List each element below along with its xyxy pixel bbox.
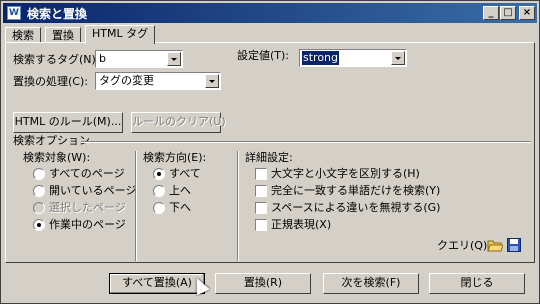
close-button[interactable]: × (519, 6, 535, 20)
replace-action-value: タグの変更 (99, 74, 154, 87)
target-open-pages-radio[interactable] (33, 185, 45, 197)
target-open-pages-label[interactable]: 開いているページ (49, 184, 136, 198)
detail-settings-label: 詳細設定: (245, 151, 293, 164)
target-current-page-radio[interactable] (33, 219, 45, 231)
chevron-down-icon[interactable] (205, 74, 219, 88)
set-value-value: strong (302, 51, 340, 65)
replace-button[interactable]: 置換(R) (215, 273, 311, 294)
target-selected-pages-label[interactable]: 選択したページ (49, 201, 126, 215)
target-selected-pages-radio[interactable] (33, 202, 45, 214)
whole-word-label[interactable]: 完全に一致する単語だけを検索(Y) (271, 184, 440, 198)
title-bar[interactable]: W 検索と置換 _ □ × (3, 3, 537, 23)
save-icon[interactable] (507, 238, 521, 252)
tab-html-tag[interactable]: HTML タグ (85, 25, 156, 44)
search-tag-value: b (99, 52, 106, 65)
replace-action-label: 置換の処理(C): (13, 75, 88, 88)
direction-all-radio[interactable] (153, 168, 165, 180)
target-current-page-label[interactable]: 作業中のページ (49, 218, 126, 232)
search-direction-label: 検索方向(E): (143, 151, 207, 164)
target-all-pages-label[interactable]: すべてのページ (49, 167, 125, 181)
html-rule-button[interactable]: HTML のルール(M)... (13, 112, 123, 133)
match-case-checkbox[interactable] (255, 168, 267, 180)
search-target-label: 検索対象(W): (23, 151, 91, 164)
query-label: クエリ(Q): (437, 239, 491, 252)
tab-replace[interactable]: 置換 (45, 27, 81, 43)
search-tag-label: 検索するタグ(N): (13, 53, 100, 66)
find-next-button[interactable]: 次を検索(F) (323, 273, 419, 294)
close-dialog-button[interactable]: 閉じる (429, 273, 525, 294)
ignore-whitespace-checkbox[interactable] (255, 202, 267, 214)
column-divider (135, 151, 137, 261)
dialog-window: W 検索と置換 _ □ × 検索 置換 HTML タグ 検索するタグ(N): b… (0, 0, 540, 304)
set-value-label: 設定値(T): (237, 49, 290, 62)
target-all-pages-radio[interactable] (33, 168, 45, 180)
direction-all-label[interactable]: すべて (169, 167, 201, 181)
maximize-button[interactable]: □ (500, 6, 516, 20)
minimize-button[interactable]: _ (483, 6, 499, 20)
ignore-whitespace-label[interactable]: スペースによる違いを無視する(G) (271, 201, 440, 215)
regex-checkbox[interactable] (255, 219, 267, 231)
match-case-label[interactable]: 大文字と小文字を区別する(H) (271, 167, 420, 181)
direction-down-label[interactable]: 下へ (169, 201, 191, 215)
direction-down-radio[interactable] (153, 202, 165, 214)
options-divider (81, 141, 531, 143)
direction-up-label[interactable]: 上へ (169, 184, 191, 198)
chevron-down-icon[interactable] (391, 51, 405, 65)
regex-label[interactable]: 正規表現(X) (271, 218, 331, 232)
whole-word-checkbox[interactable] (255, 185, 267, 197)
app-icon: W (7, 6, 21, 20)
clear-rule-button[interactable]: ルールのクリア(U) (131, 112, 226, 133)
chevron-down-icon[interactable] (167, 52, 181, 66)
replace-action-combo[interactable]: タグの変更 (95, 72, 221, 90)
direction-up-radio[interactable] (153, 185, 165, 197)
window-title: 検索と置換 (27, 7, 88, 21)
column-divider (237, 151, 239, 261)
open-folder-icon[interactable] (487, 238, 503, 252)
search-tag-combo[interactable]: b (95, 50, 183, 68)
set-value-combo[interactable]: strong (299, 49, 407, 67)
search-options-label: 検索オプション (13, 134, 90, 147)
tab-search[interactable]: 検索 (5, 27, 41, 43)
